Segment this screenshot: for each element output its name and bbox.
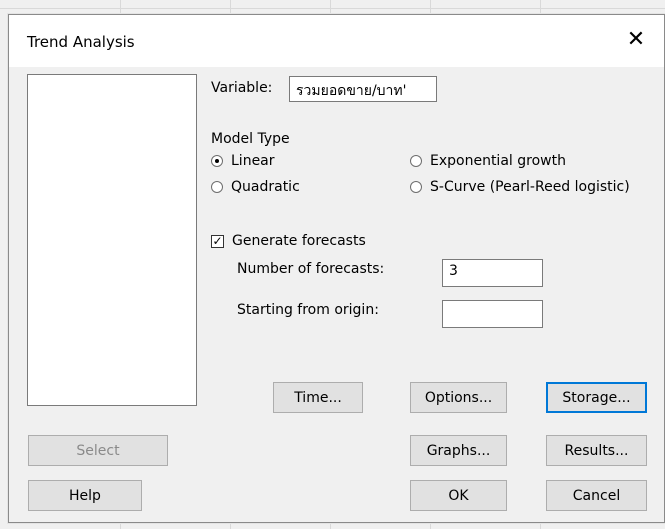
number-of-forecasts-label: Number of forecasts: (237, 261, 385, 277)
radio-unselected-icon (410, 181, 422, 193)
variable-label: Variable: (211, 80, 273, 96)
radio-label: Quadratic (231, 179, 300, 195)
radio-label: Linear (231, 153, 275, 169)
ok-button[interactable]: OK (410, 480, 507, 511)
variable-input[interactable]: รวมยอดขาย/บาท' (289, 76, 437, 102)
radio-s-curve[interactable]: S-Curve (Pearl-Reed logistic) (410, 179, 630, 195)
checkbox-label: Generate forecasts (232, 233, 366, 249)
radio-unselected-icon (410, 155, 422, 167)
results-button[interactable]: Results... (546, 435, 647, 466)
trend-analysis-dialog: Trend Analysis ✕ Variable: รวมยอดขาย/บาท… (8, 14, 665, 523)
radio-unselected-icon (211, 181, 223, 193)
radio-exponential-growth[interactable]: Exponential growth (410, 153, 566, 169)
radio-linear[interactable]: Linear (211, 153, 275, 169)
time-button[interactable]: Time... (273, 382, 363, 413)
starting-origin-input[interactable] (442, 300, 543, 328)
radio-quadratic[interactable]: Quadratic (211, 179, 300, 195)
help-button[interactable]: Help (28, 480, 142, 511)
number-of-forecasts-input[interactable]: 3 (442, 259, 543, 287)
graphs-button[interactable]: Graphs... (410, 435, 507, 466)
radio-label: Exponential growth (430, 153, 566, 169)
generate-forecasts-checkbox[interactable]: ✓ Generate forecasts (211, 233, 366, 249)
checkmark-icon: ✓ (211, 233, 224, 248)
options-button[interactable]: Options... (410, 382, 507, 413)
title-bar: Trend Analysis ✕ (9, 15, 664, 67)
radio-selected-icon (211, 155, 223, 167)
variable-list[interactable] (27, 74, 197, 406)
close-icon[interactable]: ✕ (622, 25, 650, 55)
starting-origin-label: Starting from origin: (237, 302, 379, 318)
cancel-button[interactable]: Cancel (546, 480, 647, 511)
select-button[interactable]: Select (28, 435, 168, 466)
storage-button[interactable]: Storage... (546, 382, 647, 413)
radio-label: S-Curve (Pearl-Reed logistic) (430, 179, 630, 195)
dialog-title: Trend Analysis (27, 33, 135, 51)
model-type-label: Model Type (211, 131, 290, 147)
